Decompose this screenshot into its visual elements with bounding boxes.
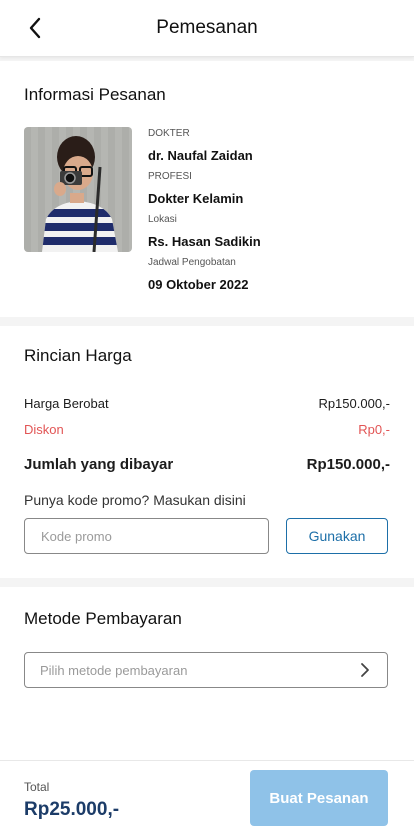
price-row-value: Rp0,- xyxy=(358,422,390,437)
price-row-discount: Diskon Rp0,- xyxy=(24,422,390,437)
chevron-right-icon xyxy=(361,663,369,677)
order-info-title: Informasi Pesanan xyxy=(24,85,166,104)
promo-code-input[interactable] xyxy=(24,518,269,554)
price-row-label: Diskon xyxy=(24,422,64,437)
price-row-label: Jumlah yang dibayar xyxy=(24,456,174,473)
payment-method-select[interactable]: Pilih metode pembayaran xyxy=(24,652,388,688)
price-row-fee: Harga Berobat Rp150.000,- xyxy=(24,396,390,411)
payment-method-section: Metode Pembayaran Pilih metode pembayara… xyxy=(0,587,414,760)
price-row-value: Rp150.000,- xyxy=(306,456,390,473)
apply-promo-button[interactable]: Gunakan xyxy=(286,518,388,554)
payment-method-title: Metode Pembayaran xyxy=(24,609,182,628)
price-row-value: Rp150.000,- xyxy=(318,396,390,411)
total-label: Total xyxy=(24,780,50,794)
profession-label: PROFESI xyxy=(148,171,192,182)
location-value: Rs. Hasan Sadikin xyxy=(148,234,261,249)
order-info-section: Informasi Pesanan DOKTER dr. Naufal Zaid… xyxy=(0,61,414,317)
price-details-section: Rincian Harga Harga Berobat Rp150.000,- … xyxy=(0,326,414,578)
location-label: Lokasi xyxy=(148,214,177,225)
place-order-button[interactable]: Buat Pesanan xyxy=(250,770,388,826)
doctor-value: dr. Naufal Zaidan xyxy=(148,148,253,163)
schedule-label: Jadwal Pengobatan xyxy=(148,257,236,268)
price-row-total: Jumlah yang dibayar Rp150.000,- xyxy=(24,456,390,473)
promo-hint: Punya kode promo? Masukan disini xyxy=(24,492,246,508)
price-details-title: Rincian Harga xyxy=(24,346,132,365)
app-header: Pemesanan xyxy=(0,0,414,57)
total-value: Rp25.000,- xyxy=(24,799,120,820)
profession-value: Dokter Kelamin xyxy=(148,191,244,206)
schedule-value: 09 Oktober 2022 xyxy=(148,277,249,292)
doctor-photo xyxy=(24,127,132,252)
page-title: Pemesanan xyxy=(156,17,258,38)
payment-method-placeholder: Pilih metode pembayaran xyxy=(40,663,188,678)
price-row-label: Harga Berobat xyxy=(24,396,109,411)
checkout-footer: Total Rp25.000,- Buat Pesanan xyxy=(0,760,414,833)
doctor-label: DOKTER xyxy=(148,128,190,139)
